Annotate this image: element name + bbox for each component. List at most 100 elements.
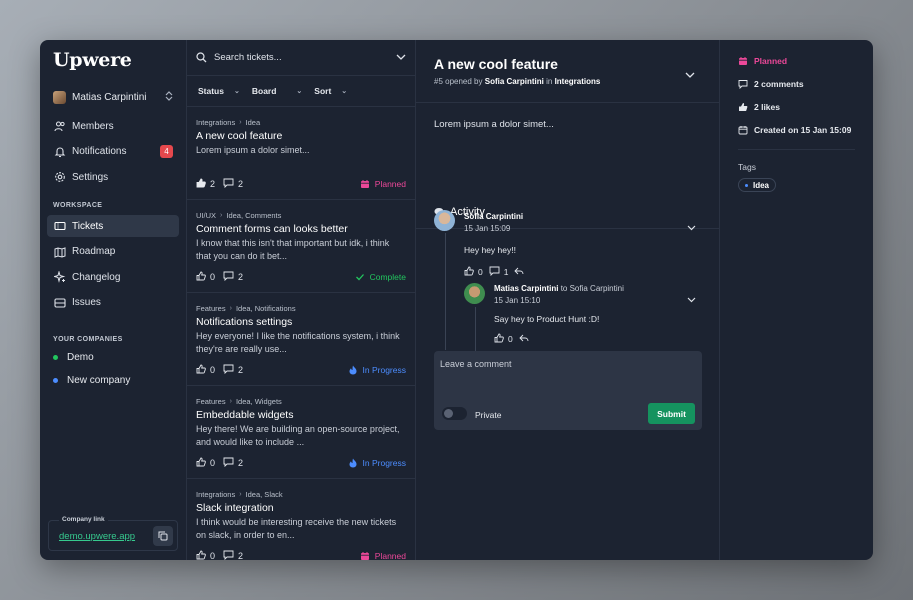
status-badge: In Progress: [348, 458, 406, 468]
ticket-tags: Idea: [245, 118, 261, 127]
nav-issues[interactable]: Issues: [47, 292, 179, 314]
status-badge: Planned: [360, 179, 406, 189]
detail-subtitle: #5 opened by Sofia Carpintini in Integra…: [434, 77, 701, 86]
ticket-desc: Hey there! We are building an open-sourc…: [196, 424, 400, 447]
thumbs-up-icon[interactable]: [196, 364, 206, 376]
nav-label: Notifications: [72, 146, 127, 157]
map-icon: [53, 245, 66, 258]
chevron-down-icon[interactable]: [685, 65, 695, 83]
copy-button[interactable]: [153, 526, 173, 546]
filter-status[interactable]: Status ⌄: [198, 86, 240, 96]
avatar: [464, 283, 485, 304]
nav-roadmap[interactable]: Roadmap: [47, 241, 179, 263]
bell-icon: [53, 145, 66, 158]
thumbs-up-icon[interactable]: [494, 333, 504, 345]
comment-composer: Leave a comment Private Submit: [434, 351, 702, 430]
company-demo[interactable]: Demo: [47, 349, 179, 367]
chevron-down-icon[interactable]: [687, 218, 696, 236]
calendar-icon: [738, 125, 748, 135]
private-label: Private: [475, 410, 502, 420]
chevron-down-icon[interactable]: [396, 52, 406, 63]
ticket-icon: [53, 220, 66, 233]
filter-label: Status: [198, 86, 224, 96]
ticket-detail: A new cool feature #5 opened by Sofia Ca…: [416, 40, 720, 560]
nav-label: Members: [72, 120, 114, 132]
company-new[interactable]: New company: [47, 372, 179, 390]
comment-text: Say hey to Product Hunt :D!: [494, 314, 600, 324]
nav-tickets[interactable]: Tickets: [47, 215, 179, 237]
private-toggle[interactable]: [442, 407, 467, 420]
search-bar[interactable]: Search tickets...: [187, 40, 415, 76]
ticket-title: Comment forms can looks better: [196, 223, 348, 235]
ticket-author[interactable]: Sofia Carpintini: [485, 77, 544, 86]
thumbs-up-icon[interactable]: [196, 271, 206, 283]
ticket-card[interactable]: Features › Idea, Widgets Embeddable widg…: [187, 386, 415, 479]
status-dot: [53, 355, 58, 360]
chevron-right-icon: ›: [229, 305, 232, 312]
ticket-board[interactable]: Integrations: [555, 77, 601, 86]
status-label: Planned: [374, 179, 406, 189]
ticket-list-panel: Search tickets... Status ⌄ Board ⌄ Sort ⌄ I…: [187, 40, 416, 560]
filter-bar: Status ⌄ Board ⌄ Sort ⌄: [187, 76, 415, 107]
ticket-desc: Hey everyone! I like the notifications s…: [196, 331, 400, 354]
filter-label: Sort: [314, 86, 332, 96]
reply-to-name[interactable]: Sofia Carpintini: [570, 284, 624, 293]
detail-title: A new cool feature: [434, 56, 558, 72]
ticket-card[interactable]: Integrations › Idea, Slack Slack integra…: [187, 479, 415, 560]
author-name[interactable]: Matias Carpintini: [494, 284, 558, 293]
ticket-card[interactable]: Features › Idea, Notifications Notificat…: [187, 293, 415, 386]
meta-status[interactable]: Planned: [738, 49, 855, 72]
submit-button[interactable]: Submit: [648, 403, 695, 424]
comment-icon[interactable]: [489, 266, 500, 278]
thumbs-up-icon[interactable]: [196, 550, 206, 560]
comment-icon: [223, 364, 234, 376]
comment-icon: [223, 550, 234, 560]
ticket-breadcrumb: UI/UX › Idea, Comments: [196, 211, 406, 220]
comment-count: 2: [238, 365, 244, 375]
user-switcher[interactable]: Matias Carpintini: [47, 88, 179, 106]
chevron-updown-icon: [165, 91, 173, 103]
tag-chip[interactable]: Idea: [738, 178, 777, 192]
thumbs-up-icon[interactable]: [464, 266, 474, 278]
ticket-card[interactable]: Integrations › Idea A new cool feature L…: [187, 107, 415, 200]
ticket-desc: I think would be interesting receive the…: [196, 517, 397, 540]
nav-label: Tickets: [72, 220, 104, 232]
like-count: 0: [478, 267, 483, 277]
avatar: [434, 210, 455, 231]
filter-board[interactable]: Board ⌄: [252, 86, 302, 96]
search-input[interactable]: Search tickets...: [214, 52, 282, 63]
ticket-card[interactable]: UI/UX › Idea, Comments Comment forms can…: [187, 200, 415, 293]
status-badge: Complete: [355, 272, 406, 282]
status-label: Complete: [369, 272, 406, 282]
company-link-url[interactable]: demo.upwere.app: [59, 531, 135, 542]
calendar-icon: [360, 179, 370, 189]
created-date: Created on 15 Jan 15:09: [754, 124, 852, 135]
ticket-board: UI/UX: [196, 211, 217, 220]
company-link-box: Company link demo.upwere.app: [48, 516, 178, 551]
nav-settings[interactable]: Settings: [47, 166, 179, 188]
ticket-title: Slack integration: [196, 502, 274, 514]
chevron-right-icon: ›: [220, 212, 223, 219]
comment-input[interactable]: Leave a comment: [440, 359, 512, 369]
thumbs-up-icon[interactable]: [196, 457, 206, 469]
detail-header: A new cool feature #5 opened by Sofia Ca…: [416, 40, 719, 103]
meta-comments: 2 comments: [738, 72, 855, 95]
thumbs-up-icon[interactable]: [196, 178, 206, 190]
comment-author[interactable]: Sofia Carpintini: [464, 212, 524, 221]
ticket-list: Integrations › Idea A new cool feature L…: [187, 107, 415, 560]
company-link-label: Company link: [59, 516, 108, 523]
nav-members[interactable]: Members: [47, 115, 179, 137]
reply-icon[interactable]: [514, 267, 524, 277]
comment-icon: [738, 79, 748, 89]
nav-notifications[interactable]: Notifications 4: [47, 141, 179, 163]
chevron-down-icon[interactable]: [687, 290, 696, 308]
reply-icon[interactable]: [519, 334, 529, 344]
divider: [738, 149, 855, 150]
chevron-right-icon: ›: [239, 119, 242, 126]
comment-text: Hey hey hey!!: [464, 245, 516, 255]
flame-icon: [348, 458, 358, 468]
filter-sort[interactable]: Sort ⌄: [314, 86, 347, 96]
nav-changelog[interactable]: Changelog: [47, 266, 179, 288]
status-label: Planned: [754, 55, 788, 66]
activity-header: Activity: [416, 196, 719, 229]
